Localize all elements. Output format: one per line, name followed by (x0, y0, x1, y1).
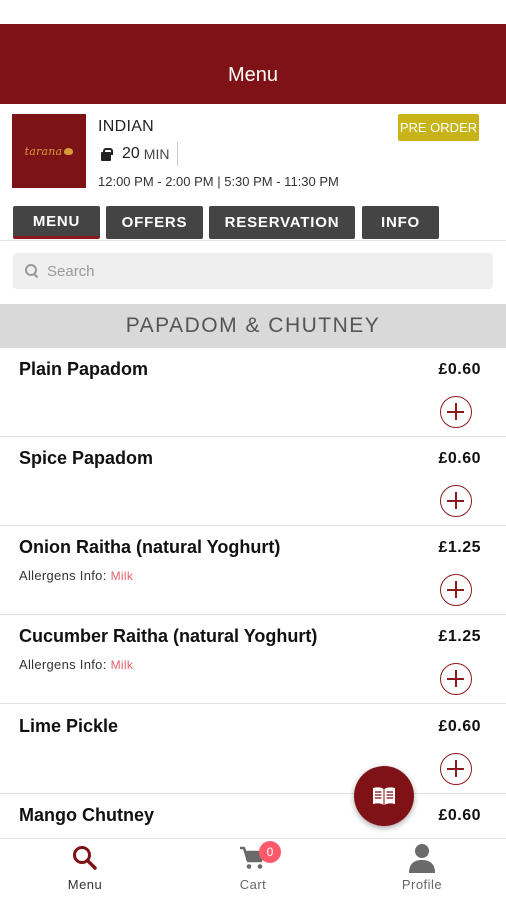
item-price: £0.60 (438, 361, 481, 378)
allergen-label: Allergens Info: (19, 657, 107, 672)
delivery-minutes: 20 (122, 145, 140, 162)
item-name: Cucumber Raitha (natural Yoghurt) (19, 626, 318, 646)
app-bar: Menu (0, 24, 506, 104)
restaurant-logo: tarana (12, 114, 86, 188)
item-name: Lime Pickle (19, 716, 119, 736)
nav-menu[interactable]: Menu (25, 839, 145, 900)
allergen-value: Milk (110, 569, 134, 583)
delivery-unit: MIN (143, 146, 170, 162)
item-name: Plain Papadom (19, 359, 149, 379)
tab-reservation[interactable]: RESERVATION (209, 206, 355, 239)
item-price: £0.60 (438, 450, 481, 467)
add-item-button[interactable] (440, 663, 472, 695)
menu-item-plain-papadom[interactable]: Plain Papadom £0.60 (0, 348, 506, 437)
delivery-time: 20 MIN (100, 142, 179, 166)
nav-label: Menu (67, 877, 103, 892)
search-bar[interactable] (13, 253, 493, 289)
section-title: PAPADOM & CHUTNEY (0, 304, 506, 348)
status-bar (0, 0, 506, 24)
page-title: Menu (227, 64, 279, 86)
item-name: Spice Papadom (19, 448, 154, 468)
tabs-divider (0, 240, 506, 241)
logo-text: tarana (24, 144, 63, 158)
item-price: £0.60 (438, 718, 481, 735)
allergen-value: Milk (110, 658, 134, 672)
search-icon (25, 264, 39, 278)
tab-info[interactable]: INFO (362, 206, 439, 239)
item-name: Onion Raitha (natural Yoghurt) (19, 537, 281, 557)
cart-count-badge: 0 (259, 841, 281, 863)
restaurant-header: tarana INDIAN 20 MIN 12:00 PM - 2:00 PM … (0, 104, 506, 200)
menu-item-spice-papadom[interactable]: Spice Papadom £0.60 (0, 437, 506, 526)
tab-menu[interactable]: MENU (13, 206, 100, 239)
menu-item-lime-pickle[interactable]: Lime Pickle £0.60 (0, 705, 506, 794)
profile-icon (409, 844, 435, 873)
menu-book-icon (373, 787, 395, 805)
menu-item-onion-raitha[interactable]: Onion Raitha (natural Yoghurt) £1.25 All… (0, 526, 506, 615)
item-price: £0.60 (438, 807, 481, 824)
nav-label: Profile (401, 877, 443, 892)
add-item-button[interactable] (440, 574, 472, 606)
nav-profile[interactable]: Profile (362, 839, 482, 900)
item-price: £1.25 (438, 539, 481, 556)
nav-label: Cart (239, 877, 267, 892)
bag-icon (100, 147, 113, 161)
add-item-button[interactable] (440, 753, 472, 785)
preorder-button[interactable]: PRE ORDER (398, 114, 479, 141)
search-icon (73, 846, 97, 870)
menu-item-cucumber-raitha[interactable]: Cucumber Raitha (natural Yoghurt) £1.25 … (0, 615, 506, 704)
tab-offers[interactable]: OFFERS (106, 206, 203, 239)
nav-cart[interactable]: 0 Cart (193, 839, 313, 900)
search-input[interactable] (47, 262, 467, 280)
item-price: £1.25 (438, 628, 481, 645)
menu-book-button[interactable] (354, 766, 414, 826)
allergen-label: Allergens Info: (19, 568, 107, 583)
opening-hours: 12:00 PM - 2:00 PM | 5:30 PM - 11:30 PM (98, 174, 339, 189)
add-item-button[interactable] (440, 485, 472, 517)
allergen-info: Allergens Info: Milk (19, 657, 133, 672)
add-item-button[interactable] (440, 396, 472, 428)
item-name: Mango Chutney (19, 805, 154, 825)
bottom-navigation: Menu 0 Cart Profile (0, 838, 506, 900)
allergen-info: Allergens Info: Milk (19, 568, 133, 583)
cuisine-label: INDIAN (98, 118, 155, 135)
logo-mark-icon (64, 147, 74, 155)
